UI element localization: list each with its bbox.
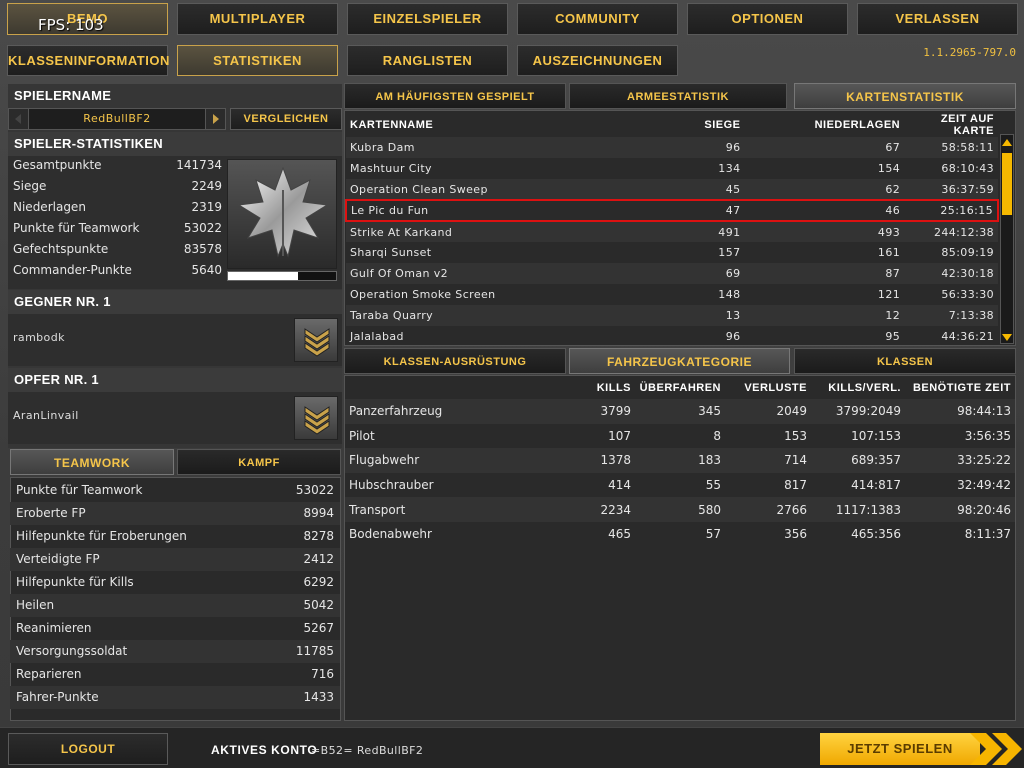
table-row[interactable]: Gulf Of Oman v2 69 87 42:30:18 xyxy=(346,263,998,284)
active-account-label: AKTIVES KONTO xyxy=(211,743,318,757)
col-time[interactable]: BENÖTIGTE ZEIT xyxy=(905,377,1015,399)
oak-leaf-rank-icon xyxy=(237,166,329,258)
teamwork-row: Reanimieren 5267 xyxy=(16,621,334,635)
col-deaths[interactable]: VERLUSTE xyxy=(725,377,811,399)
nav-quit[interactable]: VERLASSEN xyxy=(857,3,1018,35)
arrow-left-icon xyxy=(15,114,21,124)
nav-options[interactable]: OPTIONEN xyxy=(687,3,848,35)
tab-class-equipment[interactable]: KLASSEN-AUSRÜSTUNG xyxy=(344,348,566,374)
subnav-rankings[interactable]: RANGLISTEN xyxy=(347,45,508,76)
tab-classes[interactable]: KLASSEN xyxy=(794,348,1016,374)
prev-player-button[interactable] xyxy=(9,109,29,129)
teamwork-row: Verteidigte FP 2412 xyxy=(10,548,340,571)
col-wins[interactable]: SIEGE xyxy=(625,113,745,137)
player-name-heading: SPIELERNAME xyxy=(14,88,112,103)
table-row[interactable]: Flugabwehr 1378 183 714 689:357 33:25:22 xyxy=(345,448,1015,473)
next-player-button[interactable] xyxy=(205,109,225,129)
teamwork-row: Punkte für Teamwork 53022 xyxy=(16,483,334,497)
table-row[interactable]: Kubra Dam 96 67 58:58:11 xyxy=(346,137,998,158)
col-category[interactable] xyxy=(345,377,535,399)
fps-counter: FPS: 103 xyxy=(38,16,104,34)
tab-vehicle-category[interactable]: FAHRZEUGKATEGORIE xyxy=(569,348,790,374)
vehicle-stats-table: KILLS ÜBERFAHREN VERLUSTE KILLS/VERL. BE… xyxy=(345,377,1015,547)
arrow-right-icon xyxy=(213,114,219,124)
logout-button[interactable]: LOGOUT xyxy=(8,733,168,765)
nav-community[interactable]: COMMUNITY xyxy=(517,3,678,35)
scroll-thumb[interactable] xyxy=(1002,153,1012,215)
stat-total-points: Gesamtpunkte 141734 xyxy=(13,158,222,172)
teamwork-row: Eroberte FP 8994 xyxy=(10,502,340,525)
table-row[interactable]: Operation Clean Sweep 45 62 36:37:59 xyxy=(346,179,998,200)
arrow-up-icon xyxy=(1002,139,1012,146)
col-kills[interactable]: KILLS xyxy=(535,377,635,399)
nemesis-heading: GEGNER NR. 1 xyxy=(8,290,342,314)
table-row[interactable]: Hubschrauber 414 55 817 414:817 32:49:42 xyxy=(345,473,1015,498)
victim-rank-badge xyxy=(294,396,338,440)
table-row[interactable]: Bodenabwehr 465 57 356 465:356 8:11:37 xyxy=(345,522,1015,547)
col-map-name[interactable]: KARTENNAME xyxy=(346,113,625,137)
active-account-name: =B52= RedBullBF2 xyxy=(311,744,424,757)
map-stats-table: KARTENNAME SIEGE NIEDERLAGEN ZEIT AUF KA… xyxy=(345,113,999,347)
subnav-class-info[interactable]: KLASSENINFORMATION xyxy=(7,45,169,76)
col-losses[interactable]: NIEDERLAGEN xyxy=(745,113,905,137)
tab-map-stats[interactable]: KARTENSTATISTIK xyxy=(794,83,1016,109)
nemesis-name: rambodk xyxy=(13,331,65,344)
table-row[interactable]: Panzerfahrzeug 3799 345 2049 3799:2049 98:44:… xyxy=(345,399,1015,424)
nav-singleplayer[interactable]: EINZELSPIELER xyxy=(347,3,508,35)
stat-commander-points: Commander-Punkte 5640 xyxy=(13,263,222,277)
teamwork-row: Hilfepunkte für Kills 6292 xyxy=(16,575,334,589)
arrow-down-icon xyxy=(1002,334,1012,341)
nemesis-rank-badge xyxy=(294,318,338,362)
tab-combat[interactable]: KAMPF xyxy=(177,449,341,475)
subnav-statistics[interactable]: STATISTIKEN xyxy=(177,45,338,76)
teamwork-row: Versorgungssoldat 11785 xyxy=(10,640,340,663)
rank-insignia xyxy=(227,159,337,269)
col-roadkills[interactable]: ÜBERFAHREN xyxy=(635,377,725,399)
col-time-on-map[interactable]: ZEIT AUF KARTE xyxy=(904,113,998,137)
sergeant-chevron-icon xyxy=(304,406,330,435)
player-name-value: RedBullBF2 xyxy=(83,112,151,125)
col-kd[interactable]: KILLS/VERL. xyxy=(811,377,905,399)
nav-multiplayer[interactable]: MULTIPLAYER xyxy=(177,3,338,35)
map-table-scrollbar[interactable] xyxy=(1000,134,1014,344)
rank-progress-bar xyxy=(227,271,337,281)
sergeant-chevron-icon xyxy=(304,328,330,357)
scroll-up-button[interactable] xyxy=(1001,135,1013,149)
table-row[interactable]: Taraba Quarry 13 12 7:13:38 xyxy=(346,305,998,326)
stat-losses: Niederlagen 2319 xyxy=(13,200,222,214)
stat-combat-points: Gefechtspunkte 83578 xyxy=(13,242,222,256)
compare-button[interactable]: VERGLEICHEN xyxy=(230,108,342,130)
stat-wins: Siege 2249 xyxy=(13,179,222,193)
player-selector[interactable]: RedBullBF2 xyxy=(8,108,226,130)
stat-teamwork-points: Punkte für Teamwork 53022 xyxy=(13,221,222,235)
table-row[interactable]: Strike At Karkand 491 493 244:12:38 xyxy=(346,221,998,242)
victim-heading: OPFER NR. 1 xyxy=(8,368,342,392)
teamwork-row: Heilen 5042 xyxy=(10,594,340,617)
version-label: 1.1.2965-797.0 xyxy=(923,46,1016,59)
table-row[interactable]: Pilot 107 8 153 107:153 3:56:35 xyxy=(345,424,1015,449)
teamwork-row: Reparieren 716 xyxy=(16,667,334,681)
vehicle-table-header: KILLS ÜBERFAHREN VERLUSTE KILLS/VERL. BE… xyxy=(345,377,1015,399)
play-now-button[interactable]: JETZT SPIELEN xyxy=(820,733,980,765)
map-table-header: KARTENNAME SIEGE NIEDERLAGEN ZEIT AUF KA… xyxy=(346,113,998,137)
tab-army-stats[interactable]: ARMEESTATISTIK xyxy=(569,83,787,109)
teamwork-row: Hilfepunkte für Eroberungen 8278 xyxy=(16,529,334,543)
teamwork-row: Fahrer-Punkte 1433 xyxy=(10,686,340,709)
table-row[interactable]: Sharqi Sunset 157 161 85:09:19 xyxy=(346,242,998,263)
table-row[interactable]: Operation Smoke Screen 148 121 56:33:30 xyxy=(346,284,998,305)
subnav-awards[interactable]: AUSZEICHNUNGEN xyxy=(517,45,678,76)
tab-teamwork[interactable]: TEAMWORK xyxy=(10,449,174,475)
scroll-down-button[interactable] xyxy=(1001,329,1013,343)
chevron-right-icon xyxy=(970,733,1022,765)
player-stats-heading: SPIELER-STATISTIKEN xyxy=(8,132,342,156)
tab-most-played[interactable]: AM HÄUFIGSTEN GESPIELT xyxy=(344,83,566,109)
victim-name: AranLinvail xyxy=(13,409,79,422)
table-row-highlighted[interactable]: Le Pic du Fun 47 46 25:16:15 xyxy=(345,199,999,222)
table-row[interactable]: Transport 2234 580 2766 1117:1383 98:20:46 xyxy=(345,497,1015,522)
table-row[interactable]: Jalalabad 96 95 44:36:21 xyxy=(346,326,998,347)
table-row[interactable]: Mashtuur City 134 154 68:10:43 xyxy=(346,158,998,179)
